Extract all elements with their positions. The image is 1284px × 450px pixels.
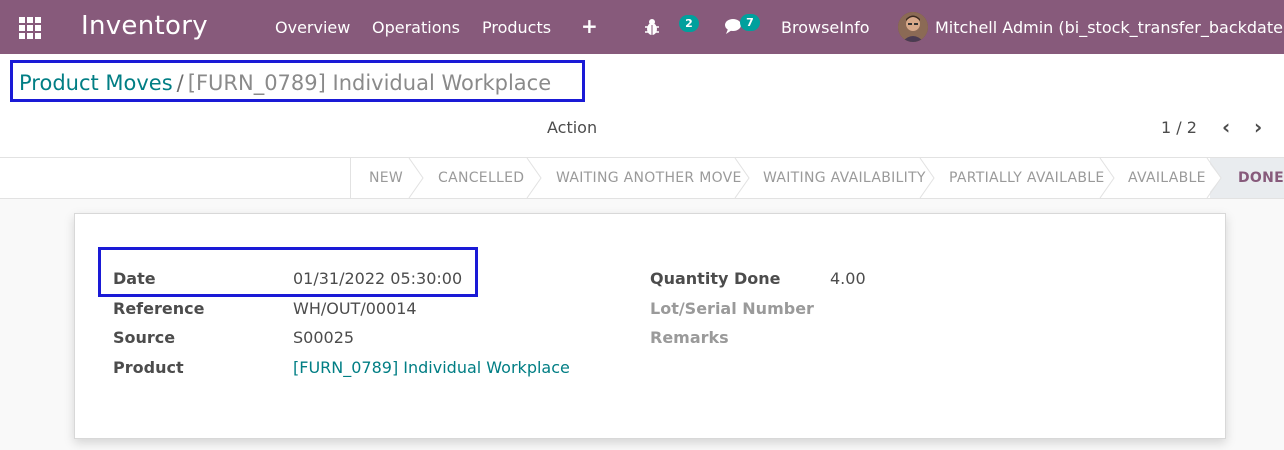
quantity-done-label: Quantity Done <box>650 269 781 288</box>
pager-value[interactable]: 1 / 2 <box>1161 118 1197 137</box>
status-done[interactable]: DONE <box>1238 158 1284 198</box>
menu-operations[interactable]: Operations <box>372 18 460 37</box>
user-menu[interactable]: Mitchell Admin (bi_stock_transfer_backda… <box>935 18 1284 37</box>
apps-menu-icon[interactable] <box>19 17 41 39</box>
lot-serial-number-label: Lot/Serial Number <box>650 299 814 318</box>
pager-previous-icon[interactable]: ‹ <box>1222 117 1230 137</box>
top-navbar: Inventory Overview Operations Products +… <box>0 0 1284 54</box>
status-waiting-availability[interactable]: WAITING AVAILABILITY <box>763 158 926 198</box>
remarks-label: Remarks <box>650 328 729 347</box>
source-value: S00025 <box>293 328 355 347</box>
status-partially-available[interactable]: PARTIALLY AVAILABLE <box>949 158 1105 198</box>
status-arrow-divider <box>919 158 935 198</box>
product-link[interactable]: [FURN_0789] Individual Workplace <box>293 358 570 377</box>
message-count-badge: 7 <box>740 14 760 31</box>
plus-icon[interactable]: + <box>581 16 598 36</box>
status-new[interactable]: NEW <box>369 158 403 198</box>
product-label: Product <box>113 358 184 377</box>
status-bar: NEW CANCELLED WAITING ANOTHER MOVE WAITI… <box>0 157 1284 199</box>
date-highlight-box <box>98 247 478 297</box>
status-cancelled[interactable]: CANCELLED <box>438 158 524 198</box>
app-title[interactable]: Inventory <box>81 11 208 41</box>
pager-next-icon[interactable]: › <box>1254 117 1262 137</box>
bug-icon[interactable] <box>644 18 660 36</box>
status-arrow-divider <box>408 158 424 198</box>
control-panel: Product Moves / [FURN_0789] Individual Wor… <box>0 54 1284 158</box>
breadcrumb-highlight-box <box>10 60 585 102</box>
status-waiting-another-move[interactable]: WAITING ANOTHER MOVE <box>556 158 742 198</box>
bug-count-badge: 2 <box>679 15 699 32</box>
status-arrow-divider <box>1099 158 1115 198</box>
company-switcher[interactable]: BrowseInfo <box>781 18 870 37</box>
status-arrow-divider <box>734 158 750 198</box>
status-divider <box>350 158 351 198</box>
source-label: Source <box>113 328 176 347</box>
status-arrow-divider <box>526 158 542 198</box>
menu-overview[interactable]: Overview <box>275 18 350 37</box>
status-arrow-active <box>1205 158 1222 198</box>
quantity-done-value: 4.00 <box>830 269 866 288</box>
menu-products[interactable]: Products <box>482 18 551 37</box>
reference-label: Reference <box>113 299 205 318</box>
reference-value: WH/OUT/00014 <box>293 299 417 318</box>
action-menu-button[interactable]: Action <box>547 118 597 137</box>
status-available[interactable]: AVAILABLE <box>1128 158 1206 198</box>
user-avatar[interactable] <box>898 12 928 42</box>
